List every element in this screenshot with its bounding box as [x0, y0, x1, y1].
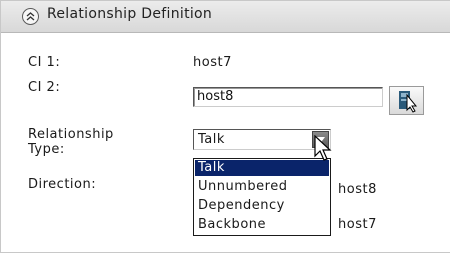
ci1-label: CI 1: [28, 55, 61, 70]
ci2-label: CI 2: [28, 80, 61, 95]
relationship-type-select[interactable]: Talk [193, 129, 331, 150]
direction-value-1: host8 [338, 182, 377, 197]
direction-value-2: host7 [338, 217, 377, 232]
collapse-icon[interactable] [22, 8, 39, 25]
panel-title: Relationship Definition [47, 6, 213, 22]
dropdown-option-backbone[interactable]: Backbone [195, 217, 329, 233]
ci2-input[interactable]: host8 [193, 87, 383, 107]
relationship-type-label-line1: Relationship [28, 127, 114, 142]
relationship-type-label-line2: Type: [28, 142, 65, 157]
dropdown-option-dependency[interactable]: Dependency [195, 198, 329, 214]
mouse-pointer-icon [314, 135, 332, 161]
relationship-type-value: Talk [198, 132, 225, 147]
dropdown-option-talk[interactable]: Talk [195, 160, 329, 176]
panel-header: Relationship Definition [1, 1, 450, 33]
dropdown-option-unnumbered[interactable]: Unnumbered [195, 179, 329, 195]
relationship-definition-panel: Relationship Definition CI 1: host7 CI 2… [0, 0, 450, 253]
select-ci-pointer-icon [399, 91, 418, 113]
relationship-type-dropdown-list: Talk Unnumbered Dependency Backbone [193, 158, 331, 236]
select-ci-button[interactable] [389, 86, 424, 115]
direction-label: Direction: [28, 177, 97, 192]
ci1-value: host7 [193, 55, 232, 70]
